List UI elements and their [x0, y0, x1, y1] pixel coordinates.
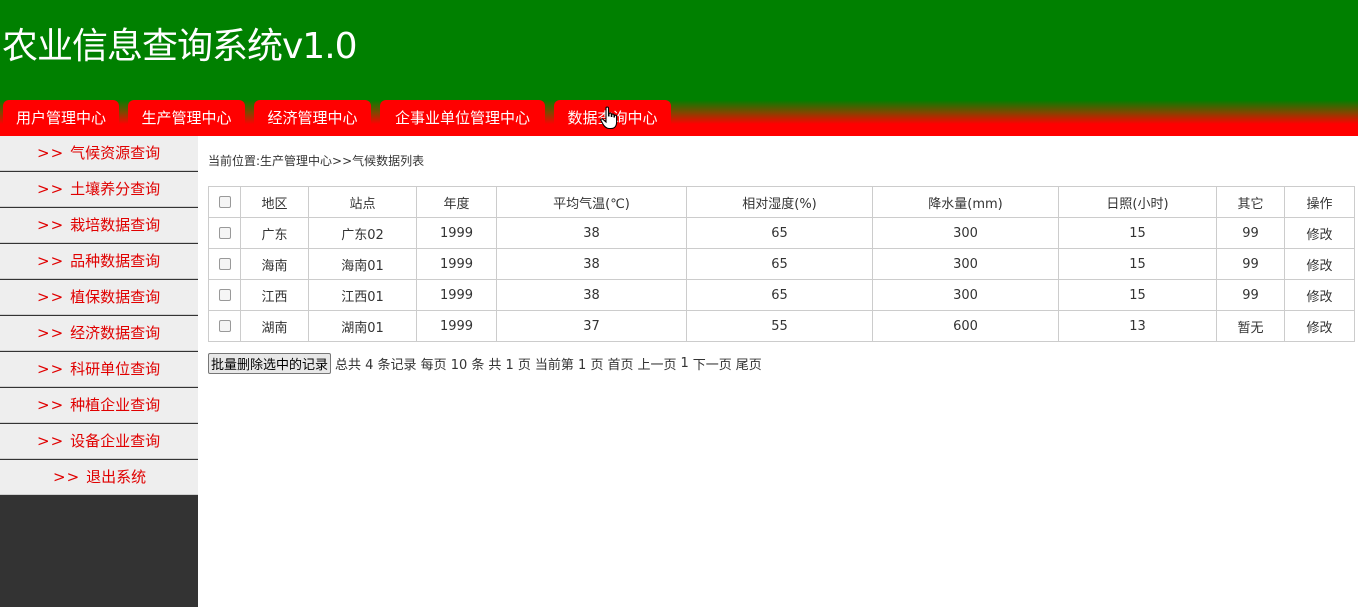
table-row: 湖南 湖南01 1999 37 55 600 13 暂无 修改 — [208, 310, 1355, 342]
table-cell: 湖南 — [240, 310, 309, 342]
table-cell: 湖南01 — [308, 310, 417, 342]
column-header: 平均气温(℃) — [496, 186, 687, 218]
tab-user-management[interactable]: 用户管理中心 — [3, 100, 119, 136]
first-page-link[interactable]: 首页 — [607, 354, 633, 373]
edit-link[interactable]: 修改 — [1284, 310, 1355, 342]
app-title: 农业信息查询系统v1.0 — [2, 26, 358, 67]
table-cell: 1999 — [416, 310, 497, 342]
table-cell: 65 — [686, 217, 873, 249]
edit-link[interactable]: 修改 — [1284, 279, 1355, 311]
table-cell: 300 — [872, 279, 1059, 311]
table-cell: 暂无 — [1216, 310, 1285, 342]
table-cell: 13 — [1058, 310, 1217, 342]
table-cell: 38 — [496, 279, 687, 311]
row-select-cell — [208, 279, 241, 311]
table-cell: 15 — [1058, 248, 1217, 280]
table-cell: 300 — [872, 248, 1059, 280]
sidebar-item-logout[interactable]: >> 退出系统 — [0, 460, 198, 495]
row-checkbox[interactable] — [218, 227, 231, 239]
column-header: 日照(小时) — [1058, 186, 1217, 218]
column-header: 站点 — [308, 186, 417, 218]
pagination-bar: 批量删除选中的记录 总共 4 条记录 每页 10 条 共 1 页 当前第 1 页… — [208, 352, 766, 374]
hand-cursor-icon — [600, 106, 618, 130]
table-cell: 65 — [686, 248, 873, 280]
table-cell: 海南01 — [308, 248, 417, 280]
sidebar: >> 气候资源查询 >> 土壤养分查询 >> 栽培数据查询 >> 品种数据查询 >> 植保… — [0, 136, 198, 607]
sidebar-item-climate[interactable]: >> 气候资源查询 — [0, 136, 198, 171]
sidebar-item-economic[interactable]: >> 经济数据查询 — [0, 316, 198, 351]
table-cell: 300 — [872, 217, 1059, 249]
table-cell: 广东 — [240, 217, 309, 249]
batch-delete-button[interactable]: 批量删除选中的记录 — [208, 352, 332, 374]
breadcrumb: 当前位置:生产管理中心>>气候数据列表 — [208, 154, 425, 168]
table-row: 江西 江西01 1999 38 65 300 15 99 修改 — [208, 279, 1355, 311]
page-number-link[interactable]: 1 — [681, 356, 689, 371]
row-select-cell — [208, 217, 241, 249]
tab-enterprise-management[interactable]: 企事业单位管理中心 — [380, 100, 545, 136]
sidebar-item-planting-enterprise[interactable]: >> 种植企业查询 — [0, 388, 198, 423]
column-header: 地区 — [240, 186, 309, 218]
sidebar-item-variety[interactable]: >> 品种数据查询 — [0, 244, 198, 279]
table-cell: 65 — [686, 279, 873, 311]
table-cell: 99 — [1216, 217, 1285, 249]
column-header: 操作 — [1284, 186, 1355, 218]
table-cell: 江西01 — [308, 279, 417, 311]
table-cell: 99 — [1216, 279, 1285, 311]
climate-data-table: 地区 站点 年度 平均气温(℃) 相对湿度(%) 降水量(mm) 日照(小时) … — [208, 186, 1355, 342]
sidebar-item-cultivation[interactable]: >> 栽培数据查询 — [0, 208, 198, 243]
next-page-link[interactable]: 下一页 — [693, 354, 732, 373]
table-header-row: 地区 站点 年度 平均气温(℃) 相对湿度(%) 降水量(mm) 日照(小时) … — [208, 186, 1355, 218]
sidebar-item-plant-protection[interactable]: >> 植保数据查询 — [0, 280, 198, 315]
table-cell: 海南 — [240, 248, 309, 280]
row-select-cell — [208, 310, 241, 342]
table-cell: 江西 — [240, 279, 309, 311]
last-page-link[interactable]: 尾页 — [736, 354, 762, 373]
table-cell: 38 — [496, 248, 687, 280]
total-records-text: 总共 4 条记录 — [335, 357, 417, 373]
sidebar-item-research[interactable]: >> 科研单位查询 — [0, 352, 198, 387]
select-all-checkbox[interactable] — [218, 196, 231, 208]
row-checkbox[interactable] — [218, 289, 231, 301]
select-all-cell — [208, 186, 241, 218]
prev-page-link[interactable]: 上一页 — [637, 354, 676, 373]
table-cell: 1999 — [416, 217, 497, 249]
table-cell: 38 — [496, 217, 687, 249]
row-checkbox[interactable] — [218, 320, 231, 332]
table-cell: 55 — [686, 310, 873, 342]
sidebar-item-equipment-enterprise[interactable]: >> 设备企业查询 — [0, 424, 198, 459]
table-row: 海南 海南01 1999 38 65 300 15 99 修改 — [208, 248, 1355, 280]
total-pages-text: 共 1 页 — [488, 357, 531, 373]
tab-economic-management[interactable]: 经济管理中心 — [254, 100, 371, 136]
table-cell: 15 — [1058, 217, 1217, 249]
table-cell: 37 — [496, 310, 687, 342]
column-header: 相对湿度(%) — [686, 186, 873, 218]
tab-production-management[interactable]: 生产管理中心 — [128, 100, 245, 136]
current-page-text: 当前第 1 页 — [534, 357, 604, 373]
sidebar-item-soil[interactable]: >> 土壤养分查询 — [0, 172, 198, 207]
row-select-cell — [208, 248, 241, 280]
table-row: 广东 广东02 1999 38 65 300 15 99 修改 — [208, 217, 1355, 249]
column-header: 年度 — [416, 186, 497, 218]
table-cell: 广东02 — [308, 217, 417, 249]
table-cell: 99 — [1216, 248, 1285, 280]
column-header: 其它 — [1216, 186, 1285, 218]
edit-link[interactable]: 修改 — [1284, 217, 1355, 249]
row-checkbox[interactable] — [218, 258, 231, 270]
table-cell: 600 — [872, 310, 1059, 342]
table-cell: 15 — [1058, 279, 1217, 311]
per-page-text: 每页 10 条 — [420, 357, 485, 373]
header: 农业信息查询系统v1.0 用户管理中心 生产管理中心 经济管理中心 企事业单位管… — [0, 0, 1358, 136]
table-cell: 1999 — [416, 248, 497, 280]
edit-link[interactable]: 修改 — [1284, 248, 1355, 280]
column-header: 降水量(mm) — [872, 186, 1059, 218]
table-cell: 1999 — [416, 279, 497, 311]
